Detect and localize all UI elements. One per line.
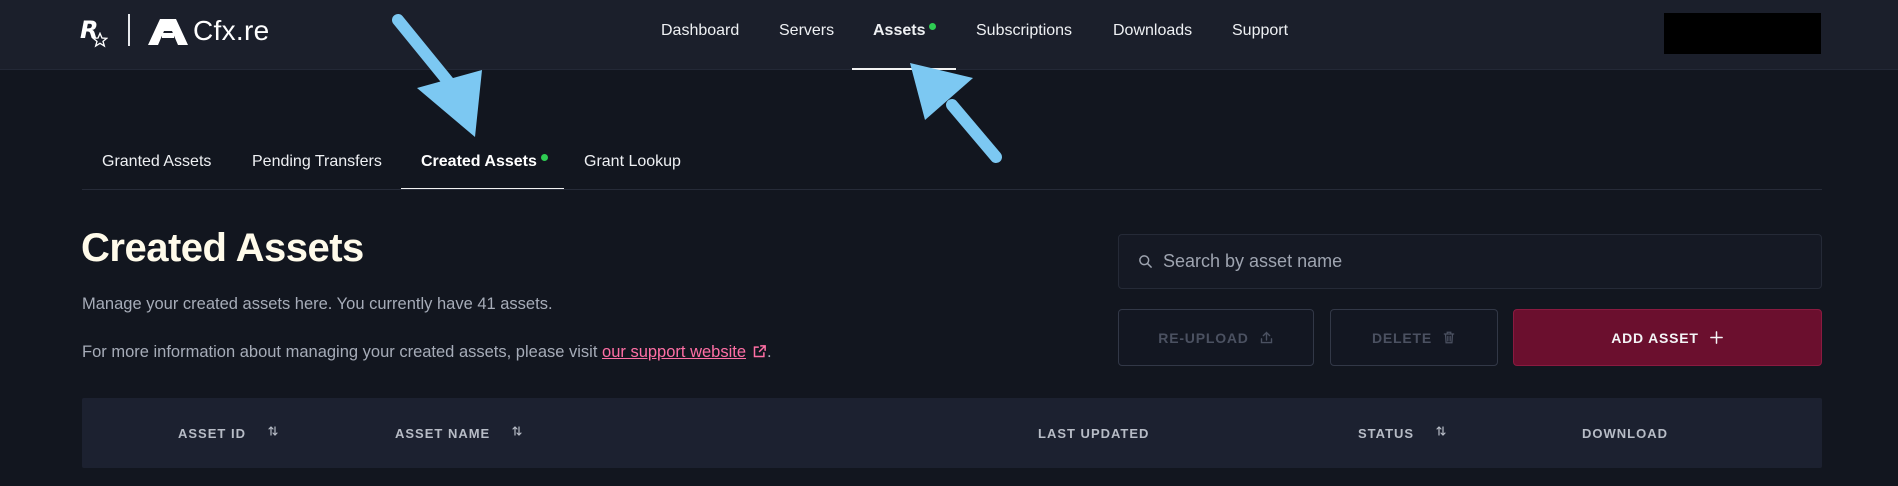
column-last-updated[interactable]: LAST UPDATED — [1038, 426, 1149, 441]
plus-icon — [1709, 331, 1723, 344]
nav-support[interactable]: Support — [1232, 22, 1288, 40]
nav-downloads[interactable]: Downloads — [1113, 22, 1192, 40]
support-info-text: For more information about managing your… — [82, 343, 772, 362]
assets-indicator-dot — [929, 23, 937, 30]
nav-assets-label: Assets — [873, 22, 926, 39]
column-asset-name[interactable]: ASSET NAME — [395, 426, 490, 441]
created-assets-indicator-dot — [540, 154, 548, 161]
upload-icon — [1260, 331, 1272, 344]
page-title: Created Assets — [81, 226, 364, 270]
subtab-divider — [82, 189, 1822, 190]
tab-pending-transfers[interactable]: Pending Transfers — [252, 153, 382, 171]
search-box[interactable] — [1118, 234, 1822, 289]
nav-dashboard[interactable]: Dashboard — [661, 22, 739, 40]
page-description: Manage your created assets here. You cur… — [82, 295, 553, 313]
tab-grant-lookup[interactable]: Grant Lookup — [584, 153, 681, 171]
reupload-label: RE-UPLOAD — [1158, 329, 1249, 346]
sort-icon[interactable] — [1435, 425, 1447, 437]
star-icon — [92, 32, 108, 48]
sort-icon[interactable] — [267, 425, 279, 437]
logo-separator — [128, 14, 130, 46]
delete-button[interactable]: DELETE — [1330, 309, 1498, 366]
support-info-suffix: . — [767, 343, 772, 361]
nav-subscriptions[interactable]: Subscriptions — [976, 22, 1072, 40]
nav-servers[interactable]: Servers — [779, 22, 834, 40]
column-download: DOWNLOAD — [1582, 426, 1668, 441]
reupload-button[interactable]: RE-UPLOAD — [1118, 309, 1314, 366]
nav-assets[interactable]: Assets — [873, 22, 937, 40]
search-input[interactable] — [1161, 235, 1801, 288]
column-asset-id[interactable]: ASSET ID — [178, 426, 246, 441]
column-status[interactable]: STATUS — [1358, 426, 1414, 441]
sort-icon[interactable] — [511, 425, 523, 437]
nav-active-underline — [852, 68, 956, 70]
trash-icon — [1443, 331, 1455, 344]
add-asset-button[interactable]: ADD ASSET — [1513, 309, 1822, 366]
support-website-link[interactable]: our support website — [602, 343, 746, 361]
tab-granted-assets[interactable]: Granted Assets — [102, 153, 211, 171]
add-asset-label: ADD ASSET — [1611, 329, 1699, 346]
search-icon — [1139, 255, 1152, 268]
cfx-logo-icon[interactable] — [148, 19, 188, 45]
tab-created-assets[interactable]: Created Assets — [421, 153, 548, 171]
tab-created-assets-label: Created Assets — [421, 153, 537, 170]
support-info-prefix: For more information about managing your… — [82, 343, 603, 361]
cfx-brand-text[interactable]: Cfx.re — [193, 15, 269, 47]
top-navigation-bar: R Cfx.re Dashboard Servers Assets Subscr… — [0, 0, 1898, 70]
delete-label: DELETE — [1371, 329, 1433, 346]
annotation-arrow-assets-nav — [910, 63, 1002, 163]
assets-table-header: ASSET ID ASSET NAME LAST UPDATED STATUS … — [82, 398, 1822, 468]
external-link-icon[interactable] — [752, 344, 767, 359]
user-account-area[interactable] — [1664, 13, 1821, 54]
